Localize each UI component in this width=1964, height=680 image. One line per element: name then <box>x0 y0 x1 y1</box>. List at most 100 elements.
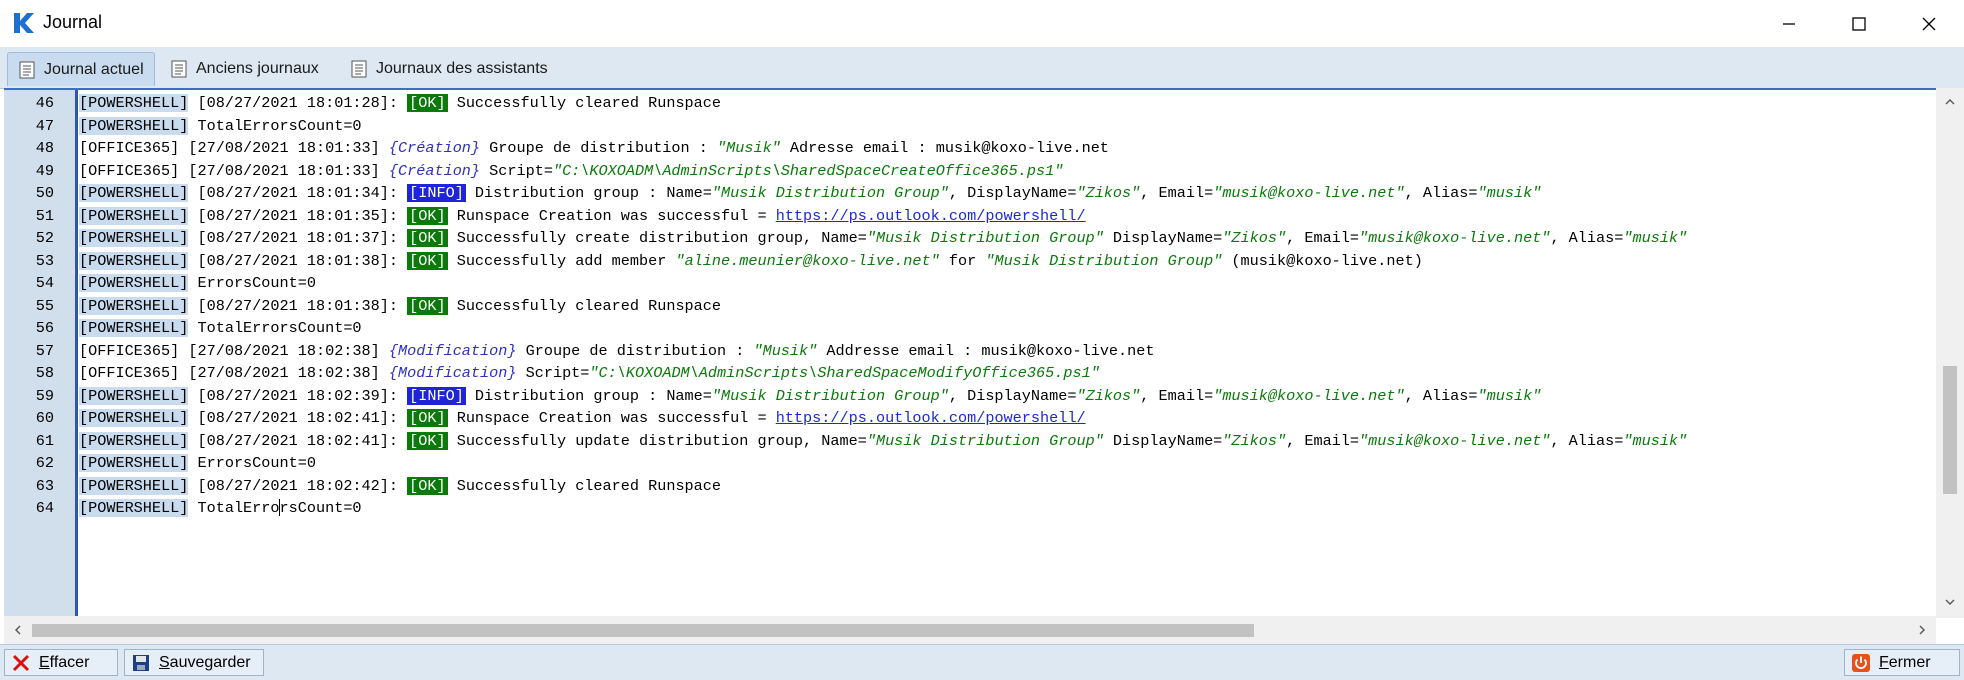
url-link[interactable]: https://ps.outlook.com/powershell/ <box>776 409 1086 427</box>
log-line: 59 [POWERSHELL] [08/27/2021 18:02:39]: [I… <box>4 385 1936 408</box>
tab-label: Anciens journaux <box>196 60 319 77</box>
log-line-content: [POWERSHELL] [08/27/2021 18:02:42]: [OK]… <box>79 475 721 498</box>
tab-bar: Journal actuel Anciens journaux Journaux… <box>0 47 1964 89</box>
log-text: Successfully create distribution group, … <box>447 229 867 247</box>
action-tag: {Création} <box>388 139 481 157</box>
string-value: "musik@koxo-live.net" <box>1359 229 1551 247</box>
close-button[interactable]: Fermer <box>1844 649 1960 676</box>
string-value: "Musik" <box>753 341 818 360</box>
log-line-content: [POWERSHELL] [08/27/2021 18:01:37]: [OK]… <box>79 227 1687 250</box>
log-text: , DisplayName= <box>948 386 1077 405</box>
save-button[interactable]: Sauvegarder <box>124 649 264 676</box>
chevron-down-icon <box>1945 599 1955 605</box>
log-text: , Email= <box>1286 229 1360 247</box>
log-line: 55 [POWERSHELL] [08/27/2021 18:01:38]: [O… <box>4 295 1936 318</box>
log-line: 57 [OFFICE365] [27/08/2021 18:02:38] {Mod… <box>4 340 1936 363</box>
string-value: "musik" <box>1623 229 1688 247</box>
log-line-content: [POWERSHELL] TotalErrorsCount=0 <box>79 317 362 340</box>
log-text: ErrorsCount=0 <box>188 454 316 472</box>
scroll-left-button[interactable] <box>4 616 32 644</box>
line-number: 56 <box>35 319 54 337</box>
tab-anciens-journaux[interactable]: Anciens journaux <box>170 52 319 86</box>
log-text: , Alias= <box>1550 229 1624 247</box>
line-number: 64 <box>35 499 54 517</box>
tab-journal-actuel[interactable]: Journal actuel <box>7 52 155 86</box>
scroll-right-button[interactable] <box>1908 616 1936 644</box>
log-text: Script= <box>516 364 590 382</box>
log-text: , DisplayName= <box>948 184 1077 202</box>
log-text: Successfully cleared Runspace <box>447 94 722 112</box>
log-text: ErrorsCount=0 <box>188 274 316 292</box>
source-tag: [POWERSHELL] <box>79 454 189 472</box>
log-text: Distribution group : Name= <box>465 386 712 405</box>
line-number: 53 <box>35 251 54 270</box>
ok-badge: [OK] <box>407 409 448 427</box>
log-line-content: [POWERSHELL] [08/27/2021 18:01:38]: [OK]… <box>79 295 721 318</box>
maximize-button[interactable] <box>1824 0 1894 47</box>
log-text: DisplayName= <box>1103 431 1223 450</box>
log-text: [08/27/2021 18:02:42]: <box>188 476 408 495</box>
log-text: Groupe de distribution : <box>480 139 717 157</box>
log-text: [08/27/2021 18:02:39]: <box>188 386 408 405</box>
save-label: Sauvegarder <box>159 653 251 671</box>
log-text: Runspace Creation was successful = <box>447 409 776 427</box>
ok-badge: [OK] <box>407 251 448 270</box>
line-number: 60 <box>35 409 54 427</box>
vertical-scroll-thumb[interactable] <box>1943 366 1957 494</box>
string-value: "musik@koxo-live.net" <box>1213 386 1405 405</box>
action-tag: {Modification} <box>388 364 517 382</box>
log-text: [08/27/2021 18:01:34]: <box>188 184 408 202</box>
log-line: 62 [POWERSHELL] ErrorsCount=0 <box>4 452 1936 475</box>
log-line-content: [OFFICE365] [27/08/2021 18:01:33] {Créat… <box>79 137 1109 160</box>
line-number: 46 <box>35 94 54 112</box>
minimize-button[interactable] <box>1754 0 1824 47</box>
source-tag: [POWERSHELL] <box>79 184 189 202</box>
log-text: Runspace Creation was successful = <box>447 206 776 225</box>
maximize-icon <box>1852 16 1866 31</box>
log-line: 48 [OFFICE365] [27/08/2021 18:01:33] {Cré… <box>4 137 1936 160</box>
ok-badge: [OK] <box>407 431 448 450</box>
url-link[interactable]: https://ps.outlook.com/powershell/ <box>776 207 1086 225</box>
log-line-content: [POWERSHELL] [08/27/2021 18:02:39]: [INF… <box>79 385 1541 408</box>
source-tag: [POWERSHELL] <box>79 229 189 247</box>
clear-button[interactable]: Effacer <box>4 649 118 676</box>
log-text: [OFFICE365] [27/08/2021 18:02:38] <box>79 364 389 382</box>
log-line-content: [POWERSHELL] ErrorsCount=0 <box>79 452 316 475</box>
log-line-content: [POWERSHELL] [08/27/2021 18:01:34]: [INF… <box>79 182 1541 205</box>
log-line: 54 [POWERSHELL] ErrorsCount=0 <box>4 272 1936 295</box>
horizontal-scroll-thumb[interactable] <box>32 624 1254 637</box>
vertical-scrollbar[interactable] <box>1936 88 1964 618</box>
log-line: 56 [POWERSHELL] TotalErrorsCount=0 <box>4 317 1936 340</box>
string-value: "Musik Distribution Group" <box>985 251 1223 270</box>
info-badge: [INFO] <box>407 184 466 202</box>
log-editor[interactable]: 46 [POWERSHELL] [08/27/2021 18:01:28]: [O… <box>4 88 1936 618</box>
horizontal-scrollbar[interactable] <box>4 616 1936 644</box>
log-line: 47 [POWERSHELL] TotalErrorsCount=0 <box>4 115 1936 138</box>
log-line: 64 [POWERSHELL] TotalErrorsCount=0 <box>4 497 1936 520</box>
log-line-content: [POWERSHELL] [08/27/2021 18:01:35]: [OK]… <box>79 205 1086 228</box>
log-text: for <box>939 251 986 270</box>
window-title: Journal <box>43 12 103 32</box>
close-window-button[interactable] <box>1894 0 1964 47</box>
log-text: Distribution group : Name= <box>465 184 712 202</box>
tab-journaux-assistants[interactable]: Journaux des assistants <box>350 52 548 86</box>
ok-badge: [OK] <box>407 94 448 112</box>
scroll-down-button[interactable] <box>1936 588 1964 616</box>
line-number: 59 <box>35 386 54 405</box>
line-number: 49 <box>35 161 54 180</box>
string-value: "C:\KOXOADM\AdminScripts\SharedSpaceModi… <box>589 364 1100 382</box>
scroll-up-button[interactable] <box>1936 88 1964 116</box>
tab-label: Journal actuel <box>44 60 144 78</box>
close-icon <box>1922 17 1936 30</box>
string-value: "musik@koxo-live.net" <box>1213 184 1405 202</box>
log-text: Groupe de distribution : <box>516 341 754 360</box>
string-value: "aline.meunier@koxo-live.net" <box>675 251 940 270</box>
ok-badge: [OK] <box>407 296 448 315</box>
line-number: 63 <box>35 476 54 495</box>
log-text: , Email= <box>1140 184 1214 202</box>
log-line-content: [POWERSHELL] [08/27/2021 18:02:41]: [OK]… <box>79 430 1687 453</box>
log-text: Successfully cleared Runspace <box>447 476 722 495</box>
log-text: Addresse email : musik@koxo-live.net <box>817 341 1155 360</box>
log-text: [08/27/2021 18:01:35]: <box>188 206 408 225</box>
source-tag: [POWERSHELL] <box>79 116 189 135</box>
